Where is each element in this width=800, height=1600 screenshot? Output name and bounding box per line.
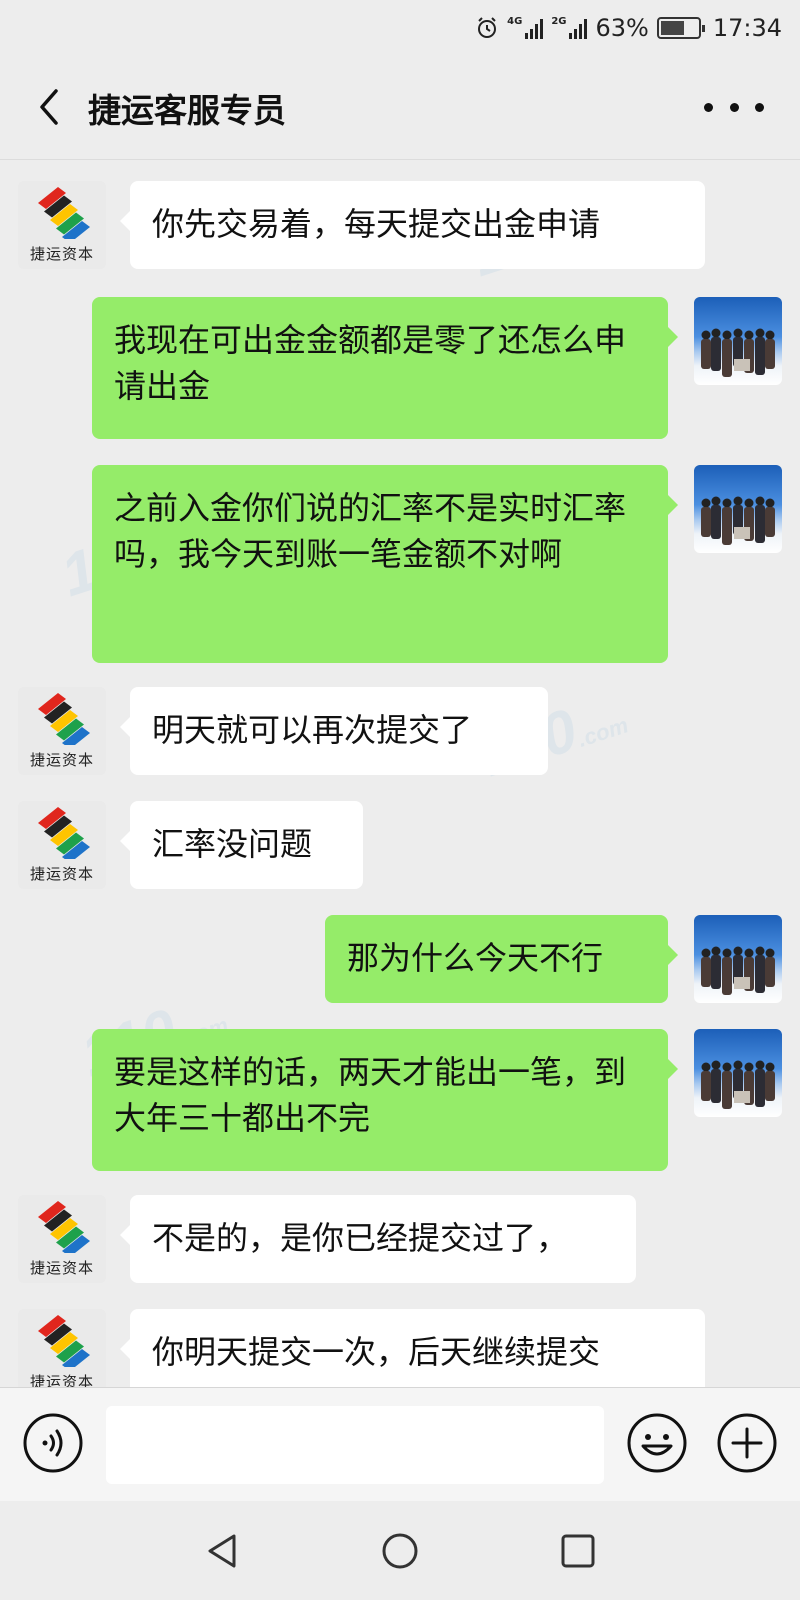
- alarm-icon: [478, 17, 497, 38]
- message-incoming: 捷运资本 你明天提交一次，后天继续提交: [0, 1309, 800, 1387]
- company-logo-mark: [38, 1201, 90, 1253]
- battery-percent: 63%: [595, 14, 649, 42]
- message-bubble[interactable]: 明天就可以再次提交了: [120, 687, 548, 775]
- logo-text: 捷运资本: [29, 865, 94, 883]
- agent-avatar[interactable]: 捷运资本: [18, 801, 106, 889]
- message-list[interactable]: 捷运资本 你先交易着，每天提交出金申请我现在可出金金额都是零了还怎么申请出金之前入…: [0, 161, 800, 1387]
- my-avatar[interactable]: [694, 465, 782, 553]
- system-nav-bar: [0, 1501, 800, 1600]
- emoji-icon[interactable]: [626, 1412, 688, 1474]
- voice-icon[interactable]: [22, 1412, 84, 1474]
- logo-text: 捷运资本: [29, 1259, 94, 1277]
- message-bubble[interactable]: 汇率没问题: [120, 801, 363, 889]
- plus-icon[interactable]: [716, 1412, 778, 1474]
- message-outgoing: 之前入金你们说的汇率不是实时汇率吗，我今天到账一笔金额不对啊: [0, 465, 800, 663]
- more-options-button[interactable]: [704, 84, 764, 130]
- message-incoming: 捷运资本 明天就可以再次提交了: [0, 687, 800, 775]
- company-logo-mark: [38, 807, 90, 859]
- square-recent-icon[interactable]: [558, 1531, 598, 1571]
- group-photo: [701, 1060, 775, 1109]
- back-button[interactable]: [24, 82, 74, 132]
- input-bar: [0, 1387, 800, 1501]
- message-outgoing: 我现在可出金金额都是零了还怎么申请出金: [0, 297, 800, 439]
- my-avatar[interactable]: [694, 915, 782, 1003]
- message-bubble[interactable]: 你先交易着，每天提交出金申请: [120, 181, 705, 269]
- agent-avatar[interactable]: 捷运资本: [18, 687, 106, 775]
- message-outgoing: 要是这样的话，两天才能出一笔，到大年三十都出不完: [0, 1029, 800, 1171]
- message-bubble[interactable]: 那为什么今天不行: [325, 915, 678, 1003]
- battery-fill: [660, 21, 684, 35]
- more-dots-icon: [704, 102, 713, 112]
- status-indicators: 4G 2G 63% 17:34: [475, 10, 782, 46]
- my-avatar[interactable]: [694, 297, 782, 385]
- circle-home-icon[interactable]: [380, 1531, 420, 1571]
- agent-avatar[interactable]: 捷运资本: [18, 181, 106, 269]
- clock: 17:34: [712, 14, 782, 42]
- signal-2g-icon: 2G: [551, 17, 588, 39]
- agent-avatar[interactable]: 捷运资本: [18, 1195, 106, 1283]
- message-input[interactable]: [106, 1406, 604, 1484]
- logo-text: 捷运资本: [29, 751, 94, 769]
- my-avatar[interactable]: [694, 1029, 782, 1117]
- battery-icon: [656, 17, 705, 39]
- message-incoming: 捷运资本 你先交易着，每天提交出金申请: [0, 181, 800, 269]
- message-bubble[interactable]: 你明天提交一次，后天继续提交: [120, 1309, 705, 1387]
- message-outgoing: 那为什么今天不行: [0, 915, 800, 1003]
- logo-text: 捷运资本: [29, 1373, 94, 1387]
- more-dots-icon: [755, 102, 764, 112]
- chat-header: 捷运客服专员: [0, 56, 800, 160]
- message-incoming: 捷运资本 汇率没问题: [0, 801, 800, 889]
- chat-title: 捷运客服专员: [88, 91, 286, 130]
- company-logo-mark: [38, 693, 90, 745]
- signal-4g-icon: 4G: [507, 17, 544, 39]
- group-photo: [701, 946, 775, 995]
- group-photo: [701, 496, 775, 545]
- agent-avatar[interactable]: 捷运资本: [18, 1309, 106, 1387]
- group-photo: [701, 328, 775, 377]
- status-bar: 4G 2G 63% 17:34: [0, 0, 800, 56]
- message-bubble[interactable]: 我现在可出金金额都是零了还怎么申请出金: [92, 297, 678, 439]
- message-bubble[interactable]: 要是这样的话，两天才能出一笔，到大年三十都出不完: [92, 1029, 678, 1171]
- company-logo-mark: [38, 1315, 90, 1367]
- company-logo-mark: [38, 187, 90, 239]
- chevron-left-icon: [40, 89, 58, 125]
- more-dots-icon: [729, 102, 739, 112]
- message-incoming: 捷运资本 不是的，是你已经提交过了，: [0, 1195, 800, 1283]
- triangle-back-icon[interactable]: [202, 1531, 242, 1571]
- message-bubble[interactable]: 不是的，是你已经提交过了，: [120, 1195, 636, 1283]
- message-bubble[interactable]: 之前入金你们说的汇率不是实时汇率吗，我今天到账一笔金额不对啊: [92, 465, 678, 663]
- logo-text: 捷运资本: [29, 245, 94, 263]
